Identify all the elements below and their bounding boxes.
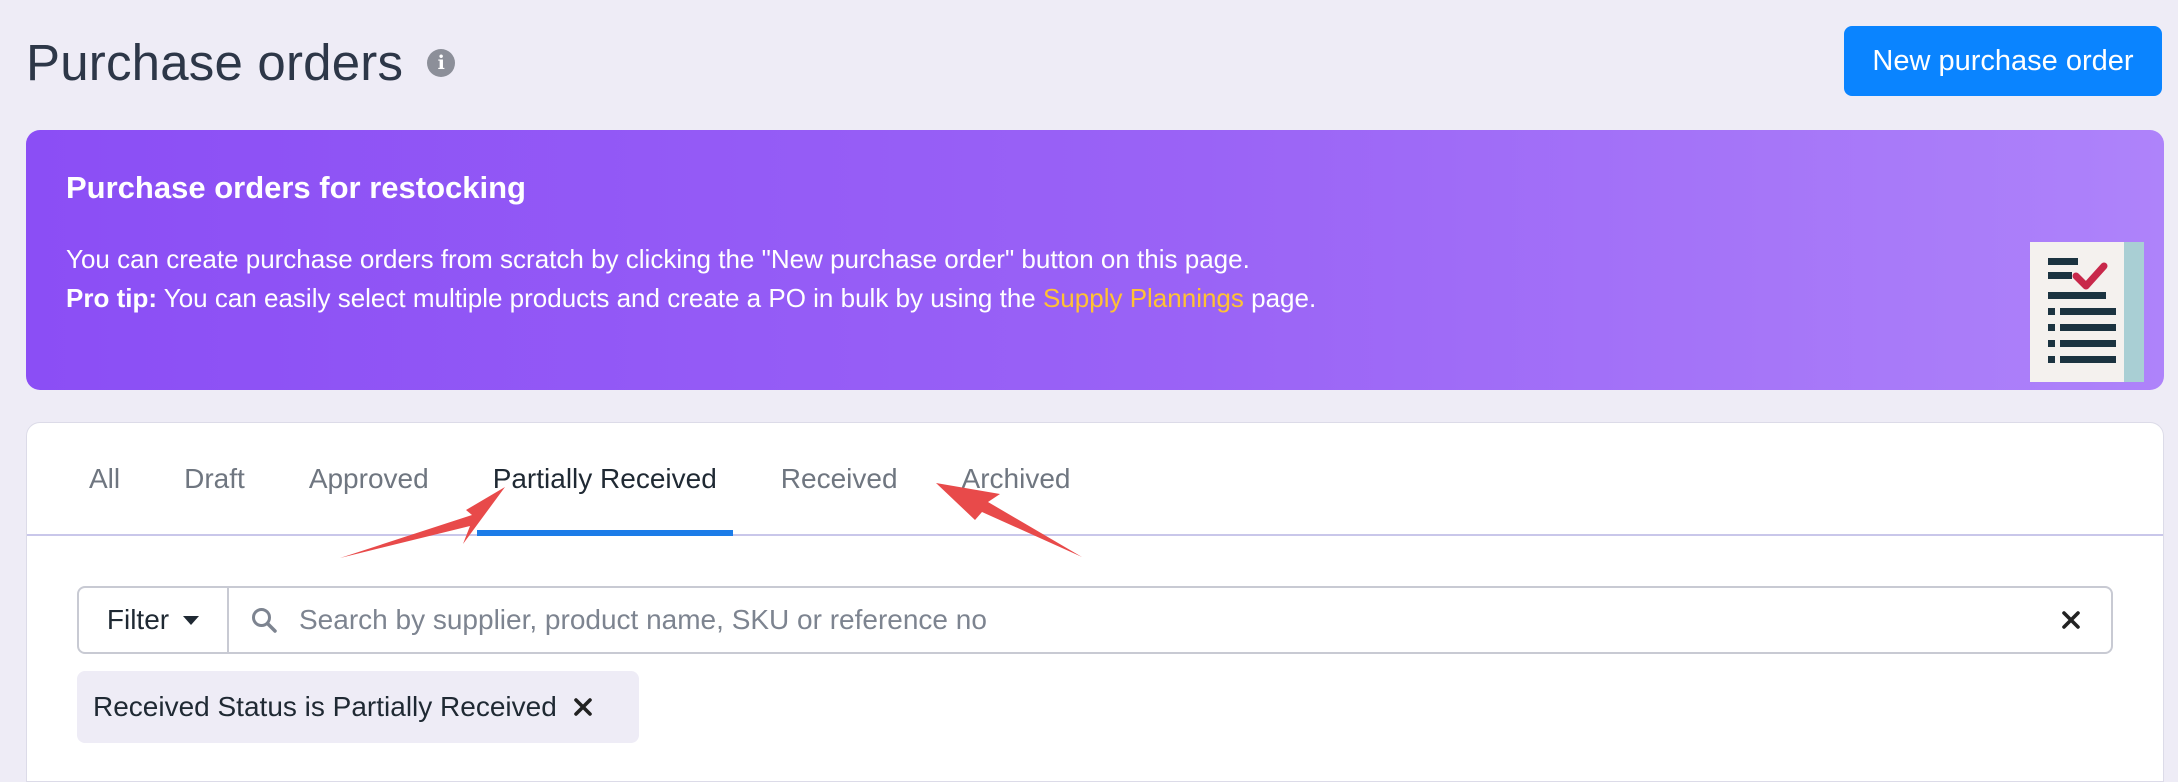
tab-all[interactable]: All [73, 423, 136, 534]
search-input[interactable] [299, 588, 2031, 652]
checklist-document-icon [2030, 242, 2144, 382]
tab-archived[interactable]: Archived [946, 423, 1087, 534]
tab-approved[interactable]: Approved [293, 423, 445, 534]
supply-plannings-link[interactable]: Supply Plannings [1043, 283, 1244, 313]
tab-partially-received[interactable]: Partially Received [476, 423, 733, 536]
page-title: Purchase orders [26, 33, 404, 91]
purchase-orders-card: All Draft Approved Partially Received Re… [26, 422, 2164, 782]
pro-tip-text: You can easily select multiple products … [157, 283, 1043, 313]
filter-chip-label: Received Status is Partially Received [93, 691, 557, 722]
restocking-banner: Purchase orders for restocking You can c… [26, 130, 2164, 390]
banner-description: You can create purchase orders from scra… [66, 244, 1250, 274]
pro-tip-suffix: page. [1243, 283, 1317, 313]
status-tabs: All Draft Approved Partially Received Re… [27, 423, 2163, 536]
active-filter-chip: Received Status is Partially Received [77, 671, 639, 743]
new-purchase-order-button[interactable]: New purchase order [1844, 26, 2162, 96]
search-icon [229, 588, 299, 652]
tab-received[interactable]: Received [765, 423, 914, 534]
search-bar: Filter [77, 586, 2113, 654]
caret-down-icon [183, 615, 200, 625]
banner-pro-tip: Pro tip: You can easily select multiple … [66, 283, 1316, 314]
clear-search-icon[interactable] [2031, 588, 2111, 652]
page-header: Purchase orders i New purchase order [26, 26, 2162, 98]
tab-draft[interactable]: Draft [168, 423, 261, 534]
pro-tip-label: Pro tip: [66, 283, 157, 313]
remove-filter-close-icon[interactable] [573, 697, 593, 717]
filter-button-label: Filter [106, 604, 170, 635]
filter-dropdown-button[interactable]: Filter [79, 588, 229, 652]
info-icon[interactable]: i [427, 49, 456, 77]
banner-title: Purchase orders for restocking [66, 170, 526, 205]
